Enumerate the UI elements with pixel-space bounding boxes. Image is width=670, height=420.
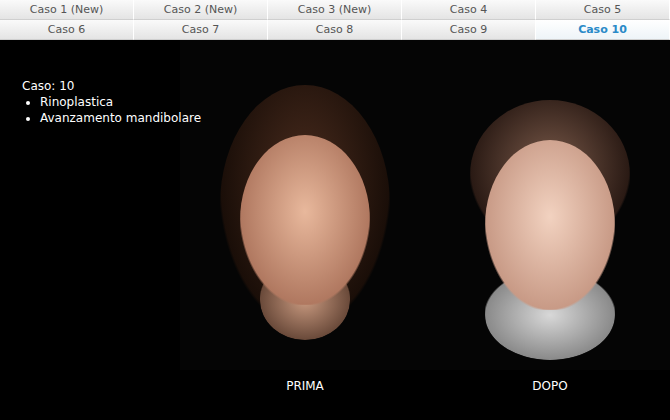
case-title: Caso: 10 <box>22 78 201 94</box>
case-tab[interactable]: Caso 2 (New) <box>134 0 268 20</box>
case-stage: Caso: 10RinoplasticaAvanzamento mandibol… <box>0 40 670 420</box>
case-info: Caso: 10RinoplasticaAvanzamento mandibol… <box>22 78 201 126</box>
case-tab[interactable]: Caso 8 <box>268 20 402 40</box>
procedure-list: RinoplasticaAvanzamento mandibolare <box>22 94 201 126</box>
case-tab[interactable]: Caso 3 (New) <box>268 0 402 20</box>
case-tabs: Caso 1 (New)Caso 2 (New)Caso 3 (New)Caso… <box>0 0 670 40</box>
case-tab[interactable]: Caso 6 <box>0 20 134 40</box>
procedure-item: Avanzamento mandibolare <box>40 110 201 126</box>
face-photo <box>180 40 430 370</box>
face-photo <box>430 40 670 370</box>
photo-figure: PRIMA <box>180 40 430 420</box>
case-tab[interactable]: Caso 4 <box>402 0 536 20</box>
photo-label: PRIMA <box>286 370 324 394</box>
photo-panel: PRIMA DOPO <box>180 40 670 420</box>
case-tab[interactable]: Caso 7 <box>134 20 268 40</box>
case-tab[interactable]: Caso 5 <box>536 0 670 20</box>
case-tab[interactable]: Caso 1 (New) <box>0 0 134 20</box>
case-tab[interactable]: Caso 10 <box>536 20 670 40</box>
photo-figure: DOPO <box>430 40 670 420</box>
case-gallery: Caso 1 (New)Caso 2 (New)Caso 3 (New)Caso… <box>0 0 670 420</box>
procedure-item: Rinoplastica <box>40 94 201 110</box>
case-tab[interactable]: Caso 9 <box>402 20 536 40</box>
photo-label: DOPO <box>532 370 567 394</box>
